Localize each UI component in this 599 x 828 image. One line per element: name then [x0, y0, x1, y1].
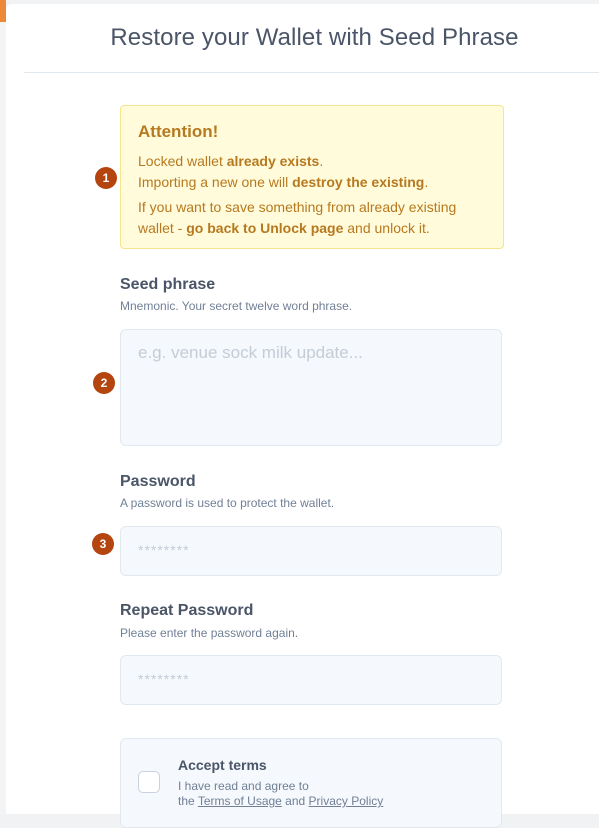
- repeat-password-label: Repeat Password: [120, 602, 254, 619]
- page-title: Restore your Wallet with Seed Phrase: [110, 24, 519, 51]
- repeat-password-placeholder: ********: [138, 671, 190, 687]
- alert-text: Importing a new one will: [138, 174, 293, 190]
- alert-text: .: [424, 174, 429, 190]
- terms-of-usage-link[interactable]: Terms of Usage: [198, 794, 282, 808]
- step-badge-3: 3: [92, 533, 114, 555]
- alert-text: .: [319, 153, 324, 169]
- terms-links-line: the Terms of Usage and Privacy Policy: [178, 794, 383, 808]
- seed-phrase-textarea[interactable]: e.g. venue sock milk update...: [120, 329, 502, 446]
- alert-line-unlock: wallet - go back to Unlock page and unlo…: [138, 218, 430, 239]
- alert-line-save: If you want to save something from alrea…: [138, 199, 457, 215]
- seed-phrase-label: Seed phrase: [120, 276, 216, 293]
- accept-terms-box: Accept terms I have read and agree to th…: [120, 738, 502, 828]
- unlock-page-link[interactable]: go back to Unlock page: [186, 220, 343, 236]
- seed-phrase-placeholder: e.g. venue sock milk update...: [138, 343, 363, 362]
- terms-agree-text: I have read and agree to: [178, 779, 309, 793]
- password-placeholder: ********: [138, 542, 190, 558]
- alert-emphasis: already exists: [226, 153, 320, 169]
- terms-text: and: [281, 794, 309, 808]
- restore-wallet-panel: Restore your Wallet with Seed Phrase Att…: [6, 4, 599, 828]
- alert-text: wallet -: [138, 220, 187, 236]
- alert-emphasis: destroy the existing: [292, 174, 425, 190]
- seed-phrase-description: Mnemonic. Your secret twelve word phrase…: [120, 299, 353, 313]
- alert-line-locked: Locked wallet already exists.: [138, 151, 323, 172]
- alert-text: Locked wallet: [138, 153, 227, 169]
- attention-alert: Attention! Locked wallet already exists.…: [120, 105, 504, 249]
- password-input[interactable]: ********: [120, 526, 502, 576]
- password-description: A password is used to protect the wallet…: [120, 496, 335, 510]
- alert-text: and unlock it.: [343, 220, 430, 236]
- step-badge-2: 2: [93, 372, 115, 394]
- accept-terms-checkbox[interactable]: [138, 771, 160, 793]
- terms-text: the: [178, 794, 198, 808]
- step-badge-1: 1: [95, 167, 117, 189]
- title-divider: [24, 72, 599, 73]
- repeat-password-input[interactable]: ********: [120, 655, 502, 705]
- alert-line-destroy: Importing a new one will destroy the exi…: [138, 172, 428, 193]
- accept-terms-title: Accept terms: [178, 757, 267, 773]
- repeat-password-description: Please enter the password again.: [120, 626, 299, 640]
- alert-title: Attention!: [138, 122, 219, 141]
- privacy-policy-link[interactable]: Privacy Policy: [309, 794, 384, 808]
- password-label: Password: [120, 473, 196, 490]
